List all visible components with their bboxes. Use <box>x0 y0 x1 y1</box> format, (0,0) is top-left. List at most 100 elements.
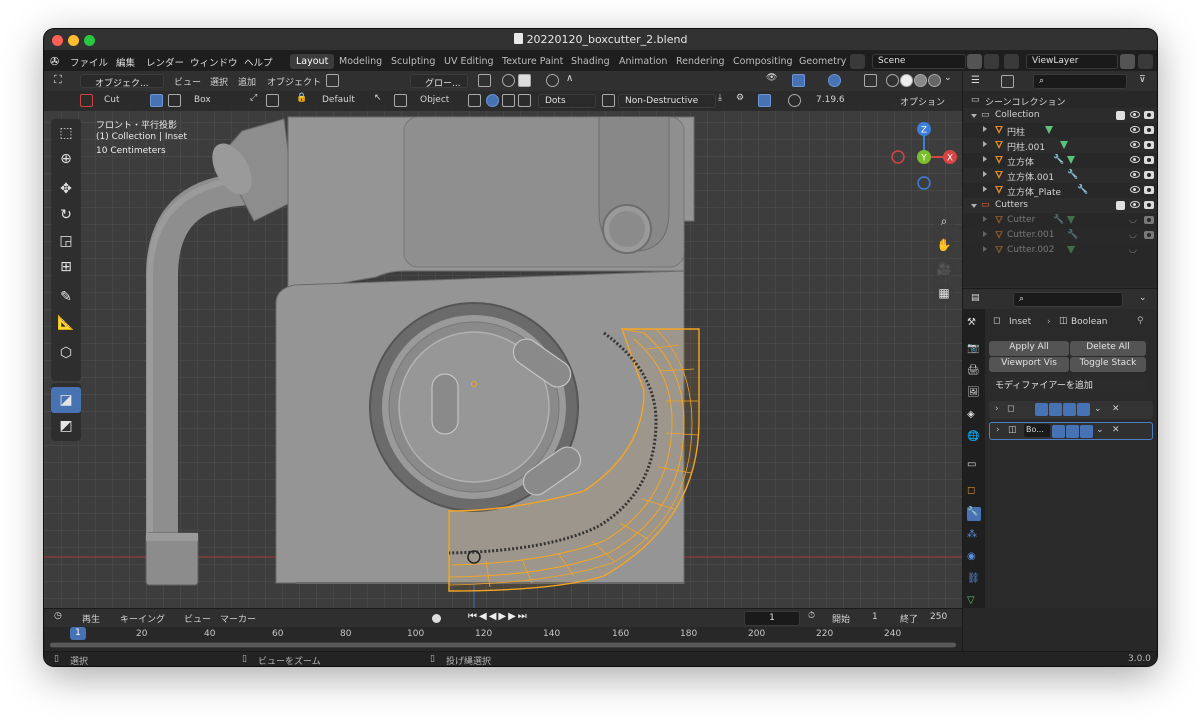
viewport-vis-button[interactable]: Viewport Vis <box>989 357 1069 372</box>
pause-icon[interactable] <box>758 94 771 107</box>
menu-window[interactable]: ウィンドウ <box>190 55 238 69</box>
zoom-view-icon[interactable]: ⌕ <box>933 210 955 232</box>
keying-menu[interactable]: キーイング <box>120 612 165 625</box>
scene-field[interactable]: Scene <box>872 54 966 69</box>
blender-logo-icon[interactable]: ✇ <box>50 55 59 68</box>
outliner-editor-icon[interactable]: ☰ <box>971 75 984 88</box>
output-tab-icon[interactable]: 🖨 <box>967 365 981 379</box>
expand-icon[interactable] <box>983 186 987 192</box>
pivot-point-icon[interactable] <box>478 74 491 87</box>
menu-render[interactable]: レンダー <box>146 55 184 69</box>
new-view-layer-button[interactable] <box>1120 54 1135 69</box>
outliner-search-input[interactable]: ⌕ <box>1033 74 1127 89</box>
camera-render-icon[interactable] <box>1144 141 1154 149</box>
new-scene-button[interactable] <box>967 54 982 69</box>
apply-all-button[interactable]: Apply All <box>989 341 1069 356</box>
snap-icon[interactable] <box>502 74 515 87</box>
record-icon[interactable] <box>432 614 441 623</box>
scene-selector-button[interactable] <box>850 54 865 69</box>
tab-texture-paint[interactable]: Texture Paint <box>496 54 569 69</box>
hidden-eye-icon[interactable]: ◡ <box>1129 230 1137 240</box>
menu-help[interactable]: ヘルプ <box>244 55 273 69</box>
annotate-tool-icon[interactable]: ✎ <box>51 284 81 310</box>
scene-tab-icon[interactable]: ◈ <box>967 409 981 423</box>
modifier-menu-icon[interactable]: ⌄ <box>1096 425 1104 435</box>
tab-shading[interactable]: Shading <box>565 54 616 69</box>
view-layer-selector-button[interactable] <box>1004 54 1019 69</box>
solid-shading-icon[interactable] <box>900 74 913 87</box>
expand-icon[interactable] <box>971 114 977 118</box>
toggle-stack-button[interactable]: Toggle Stack <box>1070 357 1146 372</box>
overlay-icon[interactable] <box>828 74 841 87</box>
gizmo-icon[interactable] <box>792 74 805 87</box>
camera-render-icon[interactable] <box>1144 231 1154 239</box>
camera-view-icon[interactable]: 🎥 <box>933 258 955 280</box>
tab-geometry[interactable]: Geometry <box>793 54 852 69</box>
expand-icon[interactable] <box>983 141 987 147</box>
remove-modifier-icon[interactable]: ✕ <box>1112 404 1120 414</box>
eye-icon[interactable] <box>1130 141 1140 148</box>
add-cube-tool-icon[interactable]: ⬡ <box>51 340 81 366</box>
outliner-row-cylinder-001[interactable]: 円柱.001 <box>963 138 1157 153</box>
select-menu[interactable]: 選択 <box>210 75 228 88</box>
outliner-row-cutter-001[interactable]: Cutter.001 🔧 ◡ <box>963 228 1157 243</box>
move-tool-icon[interactable]: ✥ <box>51 176 81 202</box>
camera-render-icon[interactable] <box>1144 186 1154 194</box>
visibility-icon[interactable]: 👁 <box>766 73 779 86</box>
playback-menu[interactable]: 再生 <box>82 612 100 625</box>
expand-icon[interactable] <box>983 231 987 237</box>
modifier-name-field[interactable]: Bo... <box>1024 424 1050 437</box>
falloff-icon[interactable]: ∧ <box>566 73 579 86</box>
tab-rendering[interactable]: Rendering <box>670 54 731 69</box>
properties-editor-icon[interactable]: ▤ <box>971 293 984 306</box>
physics-tab-icon[interactable]: ◉ <box>967 551 981 565</box>
tab-modeling[interactable]: Modeling <box>333 54 388 69</box>
box-shape-icon[interactable] <box>168 94 181 107</box>
shading-options-icon[interactable]: ⌄ <box>944 73 957 86</box>
snap-dots-icon[interactable] <box>486 94 499 107</box>
eye-icon[interactable] <box>1130 186 1140 193</box>
outliner-root-row[interactable]: ▭ シーンコレクション <box>963 93 1157 108</box>
proportional-edit-icon[interactable] <box>546 74 559 87</box>
cage-toggle-icon[interactable] <box>1049 403 1062 416</box>
render-toggle-icon[interactable] <box>1080 425 1093 438</box>
lock-icon[interactable]: 🔒 <box>296 93 309 106</box>
eye-icon[interactable] <box>1130 156 1140 163</box>
behavior-field[interactable]: Default <box>322 95 355 105</box>
remove-scene-button[interactable] <box>984 54 999 69</box>
tool-tab-icon[interactable]: ⚒ <box>967 317 981 331</box>
cursor-tool-icon[interactable]: ⊕ <box>51 146 81 172</box>
select-box-tool-icon[interactable]: ⬚ <box>51 120 81 146</box>
settings-gear-icon[interactable]: ⚙ <box>736 93 749 106</box>
measure-tool-icon[interactable]: 📐 <box>51 310 81 336</box>
modifier-row-weighted-normal[interactable]: › ◻ ⌄ ✕ <box>989 401 1153 419</box>
cursor-icon[interactable]: ↖ <box>374 93 387 106</box>
eye-icon[interactable] <box>1130 111 1140 118</box>
remove-modifier-icon[interactable]: ✕ <box>1112 425 1120 435</box>
transform-orientation-selector[interactable]: グロー... <box>410 74 468 89</box>
delete-all-button[interactable]: Delete All <box>1070 341 1146 356</box>
cut-icon[interactable] <box>80 94 93 107</box>
snap-target-icon[interactable] <box>518 74 531 87</box>
view-menu[interactable]: ビュー <box>174 75 201 88</box>
tab-uv-editing[interactable]: UV Editing <box>438 54 500 69</box>
options-dropdown[interactable]: オプション <box>900 95 945 108</box>
shape-field[interactable]: Box <box>194 95 211 105</box>
eye-icon[interactable] <box>1130 126 1140 133</box>
outliner-row-cutter[interactable]: Cutter 🔧 ◡ <box>963 213 1157 228</box>
viewport-toggle-icon[interactable] <box>1063 403 1076 416</box>
data-tab-icon[interactable]: ▽ <box>967 595 981 609</box>
modifier-menu-icon[interactable]: ⌄ <box>1094 404 1102 414</box>
wireframe-shading-icon[interactable] <box>886 74 899 87</box>
rotate-tool-icon[interactable]: ↻ <box>51 202 81 228</box>
view-layer-field[interactable]: ViewLayer <box>1026 54 1118 69</box>
tab-animation[interactable]: Animation <box>613 54 673 69</box>
remove-view-layer-button[interactable] <box>1138 54 1153 69</box>
properties-options-icon[interactable]: ⌄ <box>1139 293 1152 306</box>
operation-field[interactable]: Cut <box>104 95 120 105</box>
particles-tab-icon[interactable]: ⁂ <box>967 529 981 543</box>
expand-modifier-icon[interactable]: › <box>996 425 1000 435</box>
apply-icon[interactable]: ⤓ <box>718 93 731 106</box>
world-tab-icon[interactable]: 🌐 <box>967 431 981 445</box>
material-shading-icon[interactable] <box>914 74 927 87</box>
